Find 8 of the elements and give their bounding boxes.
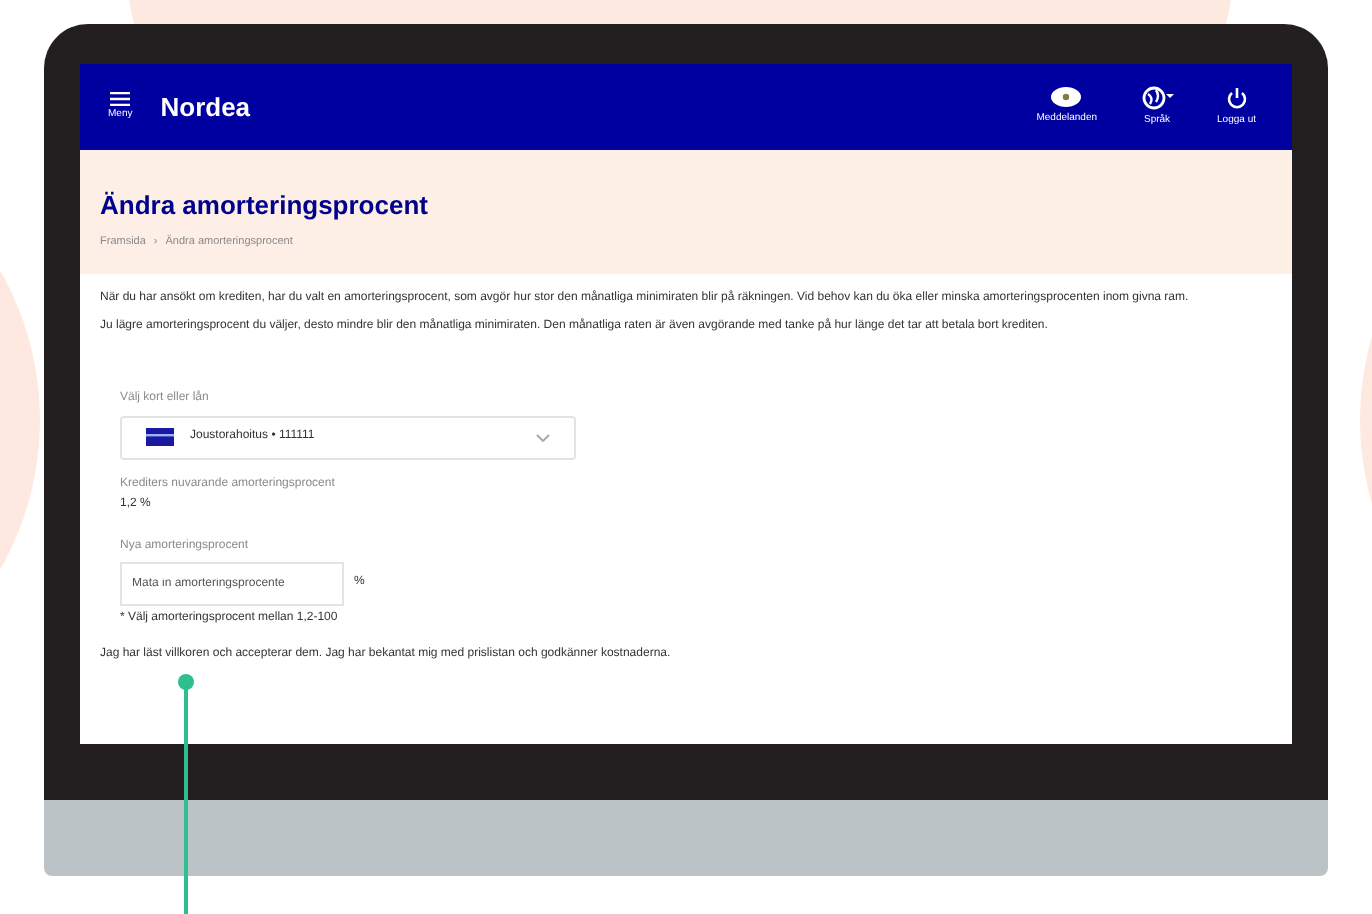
globe-icon	[1141, 85, 1174, 110]
message-bubble-icon	[1050, 86, 1083, 109]
page-title: Ändra amorteringsprocent	[100, 188, 430, 224]
chevron-down-icon	[536, 433, 550, 442]
power-icon	[1225, 85, 1248, 110]
logo: Nordea	[160, 89, 251, 126]
menu-icon	[110, 91, 131, 106]
card-icon	[146, 428, 174, 447]
